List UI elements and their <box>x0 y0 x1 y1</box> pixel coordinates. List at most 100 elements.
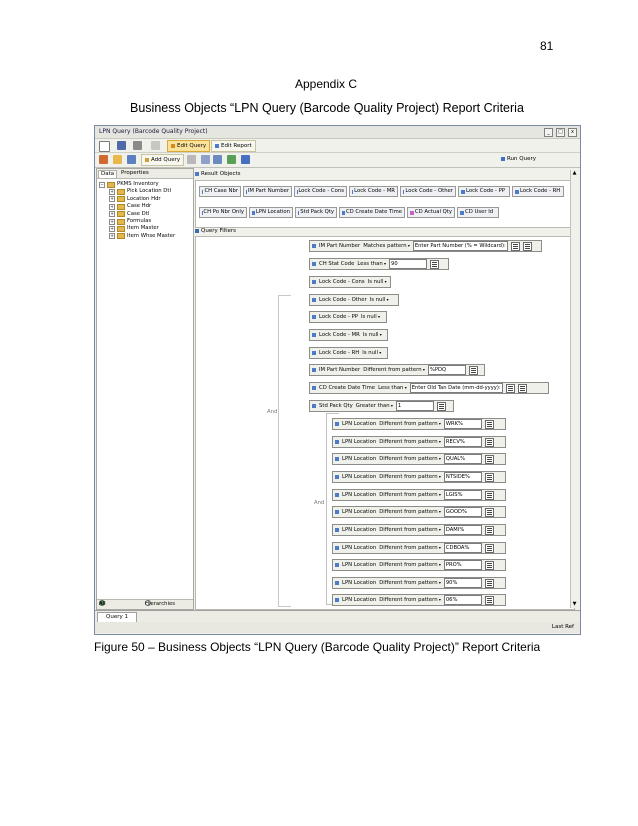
result-object[interactable]: Lock Code - PP <box>458 186 510 197</box>
filter-operator-dropdown[interactable]: Different from pattern <box>363 364 425 376</box>
location-filter[interactable]: LPN LocationDifferent from patternQUAL% <box>332 453 506 465</box>
query-filter[interactable]: Lock Code - Other Is null <box>309 294 399 306</box>
filter-operator-dropdown[interactable]: Different from pattern <box>379 559 441 571</box>
query-filter[interactable]: IM Part Number Matches pattern Enter Par… <box>309 240 542 252</box>
filter-operator-dropdown[interactable]: Different from pattern <box>379 489 441 501</box>
query-filter[interactable]: Lock Code - RH Is null <box>309 347 388 359</box>
filter-operator-dropdown[interactable]: Different from pattern <box>379 471 441 483</box>
save-icon[interactable] <box>117 141 126 150</box>
result-object[interactable]: CH Case Nbr <box>199 186 241 197</box>
filter-operator-dropdown[interactable]: Different from pattern <box>379 542 441 554</box>
location-filter[interactable]: LPN LocationDifferent from patternRECV% <box>332 436 506 448</box>
expand-icon[interactable]: + <box>109 196 115 203</box>
result-object[interactable]: Lock Code - Cons <box>294 186 347 197</box>
query-filter[interactable]: Lock Code - PP Is null <box>309 311 387 323</box>
filter-operator-dropdown[interactable]: Different from pattern <box>379 418 441 430</box>
result-object[interactable]: CD Actual Qty <box>407 207 455 218</box>
edit-query-button[interactable]: Edit Query <box>167 140 211 152</box>
value-list-icon[interactable] <box>517 383 527 393</box>
expand-icon[interactable]: + <box>109 211 115 218</box>
filter-operator-dropdown[interactable]: Different from pattern <box>379 506 441 518</box>
undo-icon[interactable] <box>151 141 160 150</box>
location-filter[interactable]: LPN LocationDifferent from pattern06% <box>332 594 506 606</box>
filter-value[interactable]: PRO% <box>443 560 482 570</box>
value-list-icon[interactable] <box>436 401 446 411</box>
filter-value[interactable]: %PDQ <box>427 365 466 375</box>
location-filter[interactable]: LPN LocationDifferent from patternCDBOA% <box>332 542 506 554</box>
location-filter[interactable]: LPN LocationDifferent from patternLGIS% <box>332 489 506 501</box>
tree-item[interactable]: + Item Whse Master <box>99 233 193 240</box>
value-list-icon[interactable] <box>484 543 494 553</box>
expand-icon[interactable]: + <box>109 226 115 233</box>
filter-operator-dropdown[interactable]: Different from pattern <box>379 436 441 448</box>
query-filter[interactable]: Lock Code - Cons Is null <box>309 276 391 288</box>
filter-operator-dropdown[interactable]: Matches pattern <box>363 240 410 252</box>
table-icon[interactable] <box>201 155 210 164</box>
value-list-icon[interactable] <box>468 365 478 375</box>
edit-report-button[interactable]: Edit Report <box>211 140 256 152</box>
expand-icon[interactable]: + <box>109 233 115 240</box>
filter-operator-dropdown[interactable]: Is null <box>370 294 389 306</box>
filter-operator-dropdown[interactable]: Is null <box>361 311 380 323</box>
value-list-icon[interactable] <box>484 560 494 570</box>
filter-operator-dropdown[interactable]: Different from pattern <box>379 594 441 606</box>
location-filter[interactable]: LPN LocationDifferent from patternPRO% <box>332 559 506 571</box>
sql-icon[interactable] <box>213 155 222 164</box>
value-list-icon[interactable] <box>484 437 494 447</box>
filter-value[interactable]: Enter Part Number (% = Wildcard): <box>412 241 508 251</box>
funnel-icon[interactable] <box>187 155 196 164</box>
filter-value[interactable]: LGIS% <box>443 490 482 500</box>
expand-icon[interactable]: + <box>109 203 115 210</box>
location-filter[interactable]: LPN LocationDifferent from pattern90% <box>332 577 506 589</box>
scroll-down-icon[interactable]: ▼ <box>571 601 578 608</box>
location-filter[interactable]: LPN LocationDifferent from patternDAMI% <box>332 524 506 536</box>
location-filter[interactable]: LPN LocationDifferent from patternWRK% <box>332 418 506 430</box>
tree-item[interactable]: + Case Hdr <box>99 203 193 210</box>
result-object[interactable]: Lock Code - RH <box>512 186 564 197</box>
add-query-button[interactable]: Add Query <box>141 154 185 166</box>
value-list-icon[interactable] <box>484 419 494 429</box>
result-object[interactable]: Std Pack Qty <box>295 207 337 218</box>
maximize-button[interactable]: □ <box>556 128 565 137</box>
value-list-icon[interactable] <box>522 241 532 251</box>
expand-icon[interactable]: + <box>109 189 115 196</box>
location-filter[interactable]: LPN LocationDifferent from patternGOOD% <box>332 506 506 518</box>
vertical-scrollbar[interactable]: ▲ ▼ <box>570 170 578 608</box>
filter-operator-dropdown[interactable]: Is null <box>362 347 381 359</box>
new-document-icon[interactable] <box>99 141 110 152</box>
filter-value[interactable]: Enter Old Tan Date (mm-dd-yyyy): <box>409 383 503 393</box>
query-filter[interactable]: Lock Code - MR Is null <box>309 329 388 341</box>
minimize-button[interactable]: _ <box>544 128 553 137</box>
print-icon[interactable] <box>133 141 142 150</box>
tab-data[interactable]: Data <box>98 170 118 178</box>
result-object[interactable]: CD Create Date Time <box>339 207 405 218</box>
filter-value[interactable]: NTSIDE% <box>443 472 482 482</box>
tree-root[interactable]: − PKMS Inventory <box>99 181 193 188</box>
close-button[interactable]: x <box>568 128 577 137</box>
value-list-icon[interactable] <box>430 259 440 269</box>
tree-item[interactable]: + Formulas <box>99 218 193 225</box>
filter-value[interactable]: 06% <box>443 595 482 605</box>
filter-operator-dropdown[interactable]: Less than <box>378 382 407 394</box>
filter-operator-dropdown[interactable]: Is null <box>363 329 382 341</box>
filter-value[interactable]: RECV% <box>443 437 482 447</box>
collapse-icon[interactable]: − <box>99 181 105 188</box>
tree-item[interactable]: + Location Hdr <box>99 196 193 203</box>
prompt-icon[interactable] <box>510 241 520 251</box>
filter-value[interactable]: 90 <box>389 259 428 269</box>
help-icon[interactable] <box>241 155 250 164</box>
location-filter[interactable]: LPN LocationDifferent from patternNTSIDE… <box>332 471 506 483</box>
filter-operator-dropdown[interactable]: Is null <box>368 276 387 288</box>
result-object[interactable]: CD User Id <box>457 207 499 218</box>
scroll-up-icon[interactable]: ▲ <box>571 170 578 177</box>
query-filter[interactable]: CH Stat Code Less than 90 <box>309 258 449 270</box>
value-list-icon[interactable] <box>484 490 494 500</box>
filter-value[interactable]: CDBOA% <box>443 543 482 553</box>
outline-icon[interactable] <box>127 155 136 164</box>
run-query-button[interactable]: Run Query <box>500 154 536 164</box>
result-object[interactable]: IM Part Number <box>243 186 292 197</box>
value-list-icon[interactable] <box>484 454 494 464</box>
tree-item[interactable]: + Item Master <box>99 225 193 233</box>
and-operator-inner[interactable]: And <box>314 500 324 506</box>
filter-value[interactable]: 1 <box>395 401 434 411</box>
